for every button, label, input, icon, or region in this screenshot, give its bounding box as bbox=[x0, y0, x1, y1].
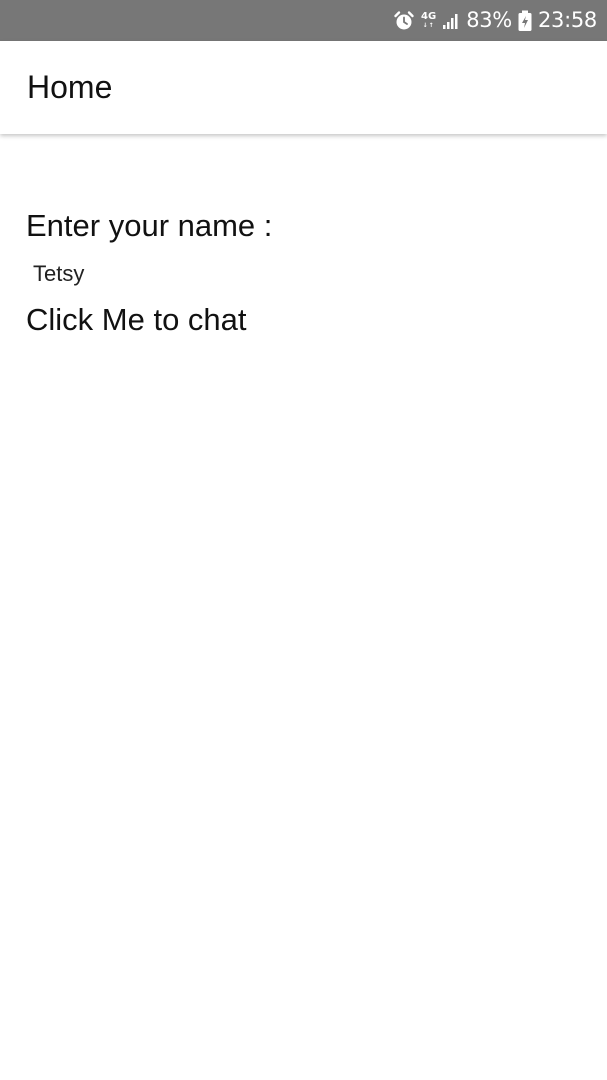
main-content: Enter your name : Click Me to chat bbox=[26, 196, 586, 338]
app-bar: Home bbox=[0, 41, 607, 134]
network-type-label: 4G bbox=[421, 11, 437, 22]
battery-percent: 83% bbox=[466, 8, 512, 32]
name-input[interactable] bbox=[26, 256, 433, 292]
signal-icon bbox=[442, 12, 460, 30]
4g-icon: 4G ↓↑ bbox=[421, 11, 437, 29]
status-bar: 4G ↓↑ 83% 23:58 bbox=[0, 0, 607, 41]
chat-button[interactable]: Click Me to chat bbox=[26, 302, 247, 338]
status-time: 23:58 bbox=[537, 8, 597, 32]
name-label: Enter your name : bbox=[26, 208, 273, 243]
page-title: Home bbox=[27, 69, 113, 105]
alarm-icon bbox=[393, 10, 415, 32]
battery-charging-icon bbox=[518, 10, 532, 32]
